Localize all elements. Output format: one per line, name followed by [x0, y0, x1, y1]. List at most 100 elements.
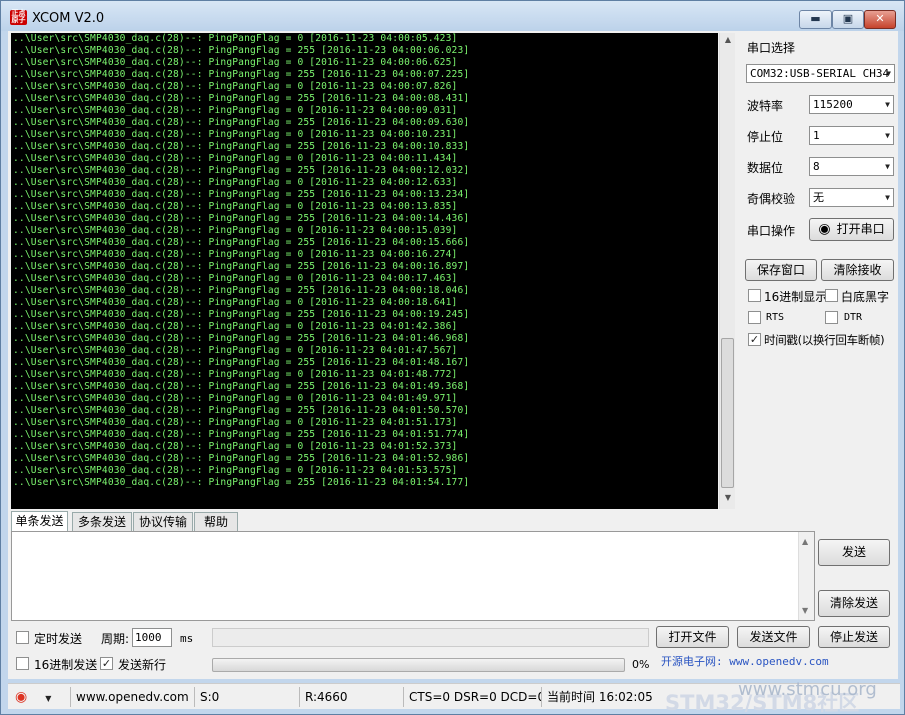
window-title: XCOM V2.0 — [32, 11, 105, 26]
timed-send-label: 定时发送 — [34, 632, 83, 646]
terminal-line: ..\User\src\SMP4030_daq.c(28)--: PingPan… — [13, 141, 470, 152]
terminal-line: ..\User\src\SMP4030_daq.c(28)--: PingPan… — [13, 393, 458, 404]
clear-receive-button[interactable]: 清除接收 — [821, 259, 894, 281]
terminal-line: ..\User\src\SMP4030_daq.c(28)--: PingPan… — [13, 57, 458, 68]
close-button[interactable]: ✕ — [864, 10, 896, 29]
receive-terminal[interactable]: ..\User\src\SMP4030_daq.c(28)--: PingPan… — [11, 33, 718, 509]
clear-send-button[interactable]: 清除发送 — [818, 590, 890, 617]
data-bits-label: 数据位 — [747, 161, 784, 175]
terminal-line: ..\User\src\SMP4030_daq.c(28)--: PingPan… — [13, 249, 458, 260]
app-logo-icon: 正点原子 — [10, 9, 27, 25]
timestamp-checkbox[interactable]: ✓ — [748, 333, 761, 346]
send-button[interactable]: 发送 — [818, 539, 890, 566]
scroll-down-icon[interactable]: ▼ — [802, 606, 808, 615]
dtr-checkbox[interactable] — [825, 311, 838, 324]
send-tabs: 单条发送 多条发送 协议传输 帮助 — [11, 511, 711, 532]
record-icon: ◉ — [15, 689, 28, 705]
data-bits-select[interactable]: 8 ▼ — [809, 157, 894, 176]
terminal-line: ..\User\src\SMP4030_daq.c(28)--: PingPan… — [13, 441, 458, 452]
port-value: COM32:USB-SERIAL CH34 — [750, 67, 890, 80]
newline-label: 发送新行 — [118, 658, 167, 672]
terminal-line: ..\User\src\SMP4030_daq.c(28)--: PingPan… — [13, 45, 470, 56]
minimize-button[interactable]: ▬ — [799, 10, 832, 29]
tab-multi-send[interactable]: 多条发送 — [72, 512, 132, 531]
send-input[interactable]: ▲ ▼ — [11, 531, 815, 621]
terminal-line: ..\User\src\SMP4030_daq.c(28)--: PingPan… — [13, 129, 458, 140]
chevron-down-icon[interactable]: ▼ — [45, 694, 51, 703]
hex-display-checkbox[interactable] — [748, 289, 761, 302]
terminal-line: ..\User\src\SMP4030_daq.c(28)--: PingPan… — [13, 201, 458, 212]
hex-send-checkbox[interactable] — [16, 657, 29, 670]
open-port-button[interactable]: ◉ 打开串口 — [809, 218, 894, 241]
baud-value: 115200 — [813, 98, 853, 111]
parity-select[interactable]: 无 ▼ — [809, 188, 894, 207]
stop-bits-label: 停止位 — [747, 130, 784, 144]
title-bar[interactable]: 正点原子 XCOM V2.0 ▬ ▣ ✕ — [1, 1, 904, 31]
record-icon: ◉ — [818, 221, 831, 237]
send-file-button[interactable]: 发送文件 — [737, 626, 810, 648]
parity-label: 奇偶校验 — [747, 192, 796, 206]
terminal-line: ..\User\src\SMP4030_daq.c(28)--: PingPan… — [13, 105, 458, 116]
terminal-line: ..\User\src\SMP4030_daq.c(28)--: PingPan… — [13, 477, 470, 488]
terminal-line: ..\User\src\SMP4030_daq.c(28)--: PingPan… — [13, 81, 458, 92]
terminal-line: ..\User\src\SMP4030_daq.c(28)--: PingPan… — [13, 237, 470, 248]
receive-scrollbar[interactable]: ▲ ▼ — [719, 33, 735, 509]
newline-checkbox[interactable]: ✓ — [100, 657, 113, 670]
terminal-line: ..\User\src\SMP4030_daq.c(28)--: PingPan… — [13, 177, 458, 188]
hex-send-label: 16进制发送 — [34, 658, 98, 672]
parity-value: 无 — [813, 191, 824, 204]
open-file-button[interactable]: 打开文件 — [656, 626, 729, 648]
terminal-line: ..\User\src\SMP4030_daq.c(28)--: PingPan… — [13, 369, 458, 380]
send-scrollbar[interactable]: ▲ ▼ — [798, 532, 814, 620]
terminal-line: ..\User\src\SMP4030_daq.c(28)--: PingPan… — [13, 465, 458, 476]
terminal-line: ..\User\src\SMP4030_daq.c(28)--: PingPan… — [13, 69, 470, 80]
scroll-down-icon[interactable]: ▼ — [722, 493, 734, 505]
tab-protocol[interactable]: 协议传输 — [133, 512, 193, 531]
stop-send-button[interactable]: 停止发送 — [818, 626, 890, 648]
terminal-line: ..\User\src\SMP4030_daq.c(28)--: PingPan… — [13, 165, 470, 176]
terminal-line: ..\User\src\SMP4030_daq.c(28)--: PingPan… — [13, 453, 470, 464]
port-select[interactable]: COM32:USB-SERIAL CH34 ▼ — [746, 64, 895, 83]
timestamp-label: 时间戳(以换行回车断帧) — [764, 333, 885, 347]
maximize-button[interactable]: ▣ — [832, 10, 864, 29]
rts-label: RTS — [766, 312, 785, 323]
tab-single-send[interactable]: 单条发送 — [11, 511, 68, 532]
tab-help[interactable]: 帮助 — [194, 512, 238, 531]
terminal-line: ..\User\src\SMP4030_daq.c(28)--: PingPan… — [13, 117, 470, 128]
timed-send-checkbox[interactable] — [16, 631, 29, 644]
period-input[interactable]: 1000 — [132, 628, 172, 647]
terminal-line: ..\User\src\SMP4030_daq.c(28)--: PingPan… — [13, 429, 470, 440]
baud-select[interactable]: 115200 ▼ — [809, 95, 894, 114]
rts-checkbox[interactable] — [748, 311, 761, 324]
settings-icon[interactable]: ◉ ▼ — [10, 687, 70, 707]
promo-link[interactable]: 开源电子网: www.openedv.com — [661, 653, 829, 669]
terminal-line: ..\User\src\SMP4030_daq.c(28)--: PingPan… — [13, 33, 458, 44]
status-lines: CTS=0 DSR=0 DCD=0 — [403, 687, 541, 707]
stop-bits-select[interactable]: 1 ▼ — [809, 126, 894, 145]
main-panel: ..\User\src\SMP4030_daq.c(28)--: PingPan… — [8, 31, 898, 679]
status-sent: S:0 — [194, 687, 299, 707]
terminal-line: ..\User\src\SMP4030_daq.c(28)--: PingPan… — [13, 405, 470, 416]
chevron-down-icon: ▼ — [886, 69, 891, 78]
chevron-down-icon: ▼ — [885, 162, 890, 171]
terminal-line: ..\User\src\SMP4030_daq.c(28)--: PingPan… — [13, 297, 458, 308]
status-url[interactable]: www.openedv.com — [70, 687, 194, 707]
terminal-line: ..\User\src\SMP4030_daq.c(28)--: PingPan… — [13, 189, 470, 200]
baud-label: 波特率 — [747, 99, 784, 113]
serial-settings-panel: 串口选择 COM32:USB-SERIAL CH34 ▼ 波特率 115200 … — [744, 31, 898, 361]
scroll-up-icon[interactable]: ▲ — [722, 35, 734, 47]
port-label: 串口选择 — [747, 41, 796, 55]
status-time: 当前时间 16:02:05 — [541, 687, 661, 707]
terminal-line: ..\User\src\SMP4030_daq.c(28)--: PingPan… — [13, 417, 458, 428]
scroll-thumb[interactable] — [721, 338, 734, 488]
data-bits-value: 8 — [813, 160, 820, 173]
save-window-button[interactable]: 保存窗口 — [745, 259, 817, 281]
watermark-url: www.stmcu.org — [738, 679, 877, 700]
stop-bits-value: 1 — [813, 129, 820, 142]
terminal-line: ..\User\src\SMP4030_daq.c(28)--: PingPan… — [13, 309, 470, 320]
file-path-field — [212, 628, 649, 647]
scroll-up-icon[interactable]: ▲ — [802, 537, 808, 546]
dtr-label: DTR — [844, 312, 863, 323]
serial-op-label: 串口操作 — [747, 224, 796, 238]
white-black-checkbox[interactable] — [825, 289, 838, 302]
